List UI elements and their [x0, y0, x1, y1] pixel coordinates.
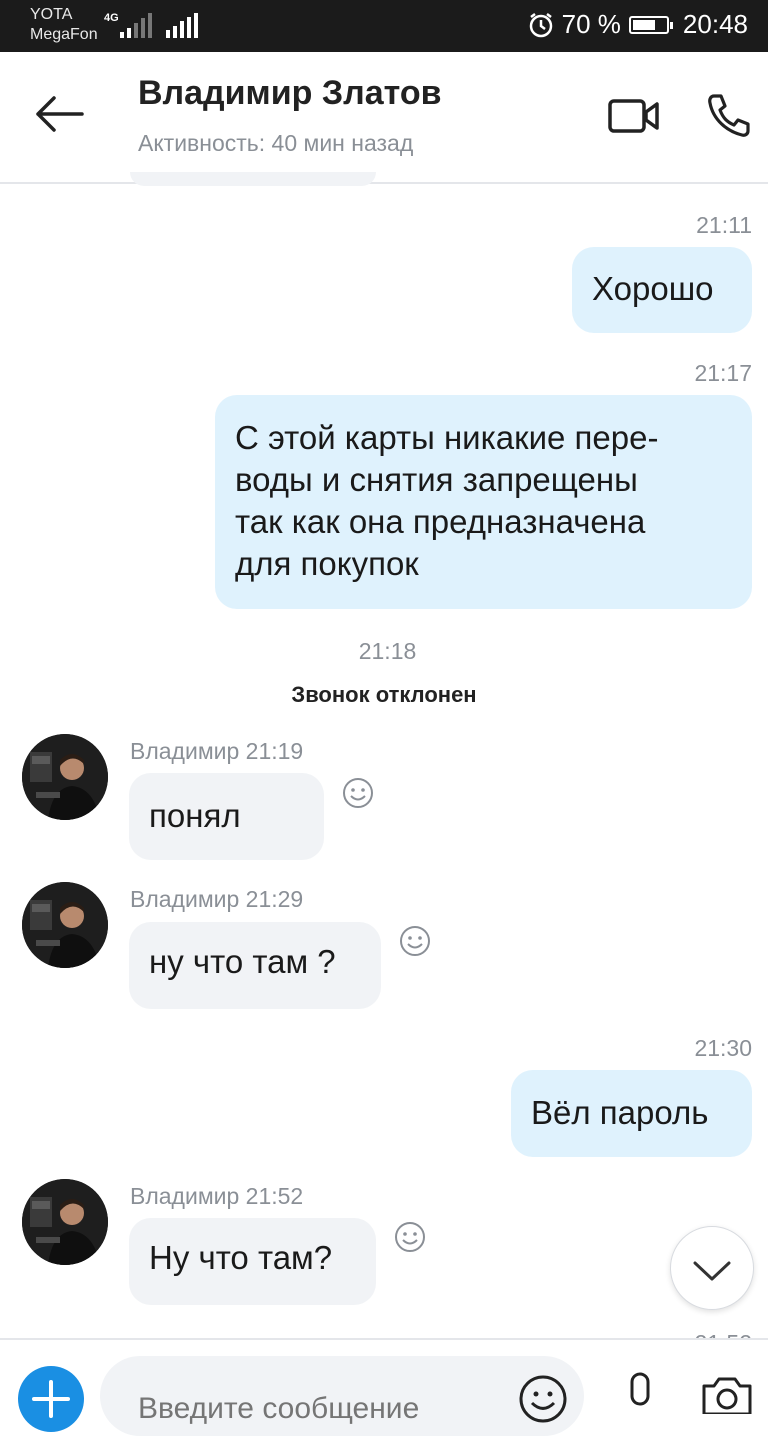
phone-call-icon[interactable] [706, 92, 750, 138]
message-input[interactable] [100, 1356, 584, 1436]
message-text: понял [149, 797, 241, 834]
back-arrow-icon[interactable] [34, 92, 86, 136]
outgoing-message[interactable]: Хорошо [572, 247, 752, 333]
chevron-down-icon [693, 1261, 731, 1281]
status-bar: YOTA MegaFon 4G 70 % 20:48 [0, 0, 768, 52]
signal-strength-icon-2 [166, 12, 198, 38]
message-time: 21:17 [694, 360, 752, 386]
avatar-photo [22, 882, 108, 968]
emoji-icon[interactable] [518, 1374, 568, 1424]
message-text: Вёл пароль [531, 1094, 709, 1131]
scroll-to-bottom-button[interactable] [670, 1226, 754, 1310]
outgoing-message[interactable]: С этой карты никакие пере- воды и снятия… [215, 395, 752, 609]
sender-label: Владимир 21:19 [130, 738, 304, 764]
message-time: 21:30 [694, 1035, 752, 1061]
carrier-1: YOTA [30, 6, 73, 23]
message-line: так как она предназначена [235, 503, 646, 540]
contact-name[interactable]: Владимир Златов [138, 74, 442, 113]
avatar[interactable] [22, 882, 108, 968]
message-line: для покупок [235, 545, 419, 582]
signal-strength-icon [120, 12, 152, 38]
video-call-icon[interactable] [608, 98, 660, 134]
reaction-emoji-icon[interactable] [394, 1221, 426, 1253]
previous-message-edge [130, 172, 376, 186]
message-time: 21:11 [696, 212, 752, 238]
call-declined-notice: Звонок отклонен [291, 682, 477, 707]
battery-icon [628, 15, 673, 34]
reaction-emoji-icon[interactable] [399, 925, 431, 957]
message-line: С этой карты никакие пере- [235, 419, 659, 456]
partial-message-time: 21:52 [694, 1330, 752, 1338]
microphone-icon[interactable] [620, 1372, 660, 1412]
contact-activity: Активность: 40 мин назад [138, 130, 414, 156]
message-composer [0, 1338, 768, 1436]
message-text: Ну что там? [149, 1239, 333, 1276]
incoming-message[interactable]: понял [129, 773, 324, 860]
battery-percent: 70 % [561, 9, 621, 39]
carrier-names: YOTA MegaFon [30, 5, 98, 45]
sender-label: Владимир 21:29 [130, 886, 304, 912]
reaction-emoji-icon[interactable] [342, 777, 374, 809]
incoming-message[interactable]: ну что там ? [129, 922, 381, 1009]
status-clock: 20:48 [682, 9, 748, 39]
message-line: воды и снятия запрещены [235, 461, 638, 498]
sender-label: Владимир 21:52 [130, 1183, 304, 1209]
network-type: 4G [104, 12, 119, 24]
add-attachment-button[interactable] [18, 1366, 84, 1432]
message-text: Хорошо [592, 270, 714, 307]
avatar-photo [22, 734, 108, 820]
incoming-message[interactable]: Ну что там? [129, 1218, 376, 1305]
camera-icon[interactable] [700, 1374, 754, 1414]
status-right: 70 % 20:48 [528, 9, 748, 40]
avatar-photo [22, 1179, 108, 1265]
alarm-clock-icon [529, 12, 552, 37]
carrier-2: MegaFon [30, 26, 98, 43]
avatar[interactable] [22, 1179, 108, 1265]
outgoing-message[interactable]: Вёл пароль [511, 1070, 752, 1157]
message-text: ну что там ? [149, 943, 336, 980]
add-icon [32, 1380, 70, 1418]
chat-header: Владимир Златов Активность: 40 мин назад [0, 52, 768, 184]
system-time: 21:18 [358, 638, 417, 664]
avatar[interactable] [22, 734, 108, 820]
